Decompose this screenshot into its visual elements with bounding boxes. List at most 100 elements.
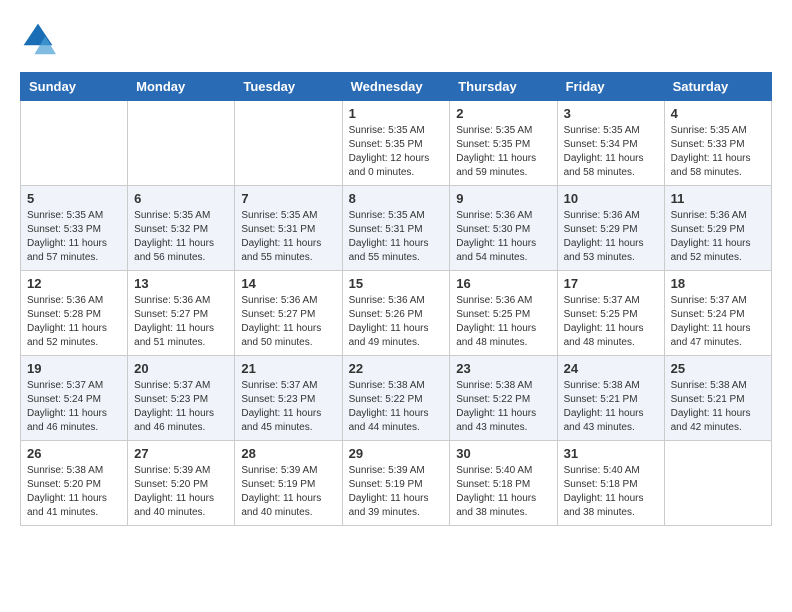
col-header-friday: Friday [557, 73, 664, 101]
day-number: 20 [134, 361, 228, 376]
calendar-week-row: 19 Sunrise: 5:37 AM Sunset: 5:24 PM Dayli… [21, 356, 772, 441]
calendar-cell: 21 Sunrise: 5:37 AM Sunset: 5:23 PM Dayli… [235, 356, 342, 441]
calendar-week-row: 1 Sunrise: 5:35 AM Sunset: 5:35 PM Daylig… [21, 101, 772, 186]
day-number: 8 [349, 191, 444, 206]
page-header [20, 20, 772, 56]
day-info: Sunrise: 5:35 AM Sunset: 5:35 PM Dayligh… [349, 124, 444, 180]
calendar-cell [664, 441, 771, 526]
calendar-cell: 30 Sunrise: 5:40 AM Sunset: 5:18 PM Dayli… [450, 441, 557, 526]
day-info: Sunrise: 5:36 AM Sunset: 5:27 PM Dayligh… [241, 294, 335, 350]
calendar-cell: 26 Sunrise: 5:38 AM Sunset: 5:20 PM Dayli… [21, 441, 128, 526]
day-info: Sunrise: 5:40 AM Sunset: 5:18 PM Dayligh… [456, 464, 550, 520]
calendar-table: SundayMondayTuesdayWednesdayThursdayFrid… [20, 72, 772, 526]
day-info: Sunrise: 5:39 AM Sunset: 5:19 PM Dayligh… [349, 464, 444, 520]
day-info: Sunrise: 5:36 AM Sunset: 5:27 PM Dayligh… [134, 294, 228, 350]
day-info: Sunrise: 5:39 AM Sunset: 5:19 PM Dayligh… [241, 464, 335, 520]
calendar-cell: 1 Sunrise: 5:35 AM Sunset: 5:35 PM Daylig… [342, 101, 450, 186]
calendar-cell: 6 Sunrise: 5:35 AM Sunset: 5:32 PM Daylig… [128, 186, 235, 271]
calendar-cell: 5 Sunrise: 5:35 AM Sunset: 5:33 PM Daylig… [21, 186, 128, 271]
day-number: 19 [27, 361, 121, 376]
day-number: 24 [564, 361, 658, 376]
day-number: 27 [134, 446, 228, 461]
day-info: Sunrise: 5:40 AM Sunset: 5:18 PM Dayligh… [564, 464, 658, 520]
logo-icon [20, 20, 56, 56]
logo [20, 20, 62, 56]
calendar-cell: 10Sunrise: 5:36 AM Sunset: 5:29 PM Dayli… [557, 186, 664, 271]
day-info: Sunrise: 5:37 AM Sunset: 5:25 PM Dayligh… [564, 294, 658, 350]
day-info: Sunrise: 5:36 AM Sunset: 5:25 PM Dayligh… [456, 294, 550, 350]
calendar-cell: 9Sunrise: 5:36 AM Sunset: 5:30 PM Daylig… [450, 186, 557, 271]
calendar-cell [128, 101, 235, 186]
calendar-cell: 7 Sunrise: 5:35 AM Sunset: 5:31 PM Daylig… [235, 186, 342, 271]
calendar-week-row: 26 Sunrise: 5:38 AM Sunset: 5:20 PM Dayli… [21, 441, 772, 526]
day-info: Sunrise: 5:35 AM Sunset: 5:33 PM Dayligh… [671, 124, 765, 180]
day-number: 21 [241, 361, 335, 376]
day-info: Sunrise: 5:37 AM Sunset: 5:23 PM Dayligh… [134, 379, 228, 435]
day-info: Sunrise: 5:38 AM Sunset: 5:22 PM Dayligh… [349, 379, 444, 435]
day-number: 31 [564, 446, 658, 461]
day-info: Sunrise: 5:35 AM Sunset: 5:33 PM Dayligh… [27, 209, 121, 265]
day-number: 13 [134, 276, 228, 291]
col-header-tuesday: Tuesday [235, 73, 342, 101]
calendar-cell: 14 Sunrise: 5:36 AM Sunset: 5:27 PM Dayli… [235, 271, 342, 356]
calendar-cell: 18 Sunrise: 5:37 AM Sunset: 5:24 PM Dayli… [664, 271, 771, 356]
day-number: 1 [349, 106, 444, 121]
day-number: 14 [241, 276, 335, 291]
day-number: 7 [241, 191, 335, 206]
calendar-cell: 23 Sunrise: 5:38 AM Sunset: 5:22 PM Dayli… [450, 356, 557, 441]
calendar-cell: 15 Sunrise: 5:36 AM Sunset: 5:26 PM Dayli… [342, 271, 450, 356]
day-number: 12 [27, 276, 121, 291]
day-info: Sunrise: 5:35 AM Sunset: 5:31 PM Dayligh… [241, 209, 335, 265]
day-info: Sunrise: 5:37 AM Sunset: 5:23 PM Dayligh… [241, 379, 335, 435]
calendar-cell: 16 Sunrise: 5:36 AM Sunset: 5:25 PM Dayli… [450, 271, 557, 356]
calendar-cell: 2Sunrise: 5:35 AM Sunset: 5:35 PM Daylig… [450, 101, 557, 186]
day-info: Sunrise: 5:38 AM Sunset: 5:21 PM Dayligh… [564, 379, 658, 435]
day-number: 25 [671, 361, 765, 376]
calendar-cell: 27 Sunrise: 5:39 AM Sunset: 5:20 PM Dayli… [128, 441, 235, 526]
day-number: 2 [456, 106, 550, 121]
calendar-cell: 31 Sunrise: 5:40 AM Sunset: 5:18 PM Dayli… [557, 441, 664, 526]
day-info: Sunrise: 5:36 AM Sunset: 5:28 PM Dayligh… [27, 294, 121, 350]
day-number: 16 [456, 276, 550, 291]
day-number: 9 [456, 191, 550, 206]
day-info: Sunrise: 5:36 AM Sunset: 5:26 PM Dayligh… [349, 294, 444, 350]
day-number: 23 [456, 361, 550, 376]
col-header-monday: Monday [128, 73, 235, 101]
day-info: Sunrise: 5:36 AM Sunset: 5:29 PM Dayligh… [671, 209, 765, 265]
calendar-cell: 29Sunrise: 5:39 AM Sunset: 5:19 PM Dayli… [342, 441, 450, 526]
day-number: 28 [241, 446, 335, 461]
day-number: 30 [456, 446, 550, 461]
day-number: 4 [671, 106, 765, 121]
col-header-wednesday: Wednesday [342, 73, 450, 101]
day-info: Sunrise: 5:37 AM Sunset: 5:24 PM Dayligh… [671, 294, 765, 350]
calendar-cell: 28 Sunrise: 5:39 AM Sunset: 5:19 PM Dayli… [235, 441, 342, 526]
col-header-sunday: Sunday [21, 73, 128, 101]
calendar-cell: 3Sunrise: 5:35 AM Sunset: 5:34 PM Daylig… [557, 101, 664, 186]
day-number: 6 [134, 191, 228, 206]
day-info: Sunrise: 5:37 AM Sunset: 5:24 PM Dayligh… [27, 379, 121, 435]
day-info: Sunrise: 5:38 AM Sunset: 5:22 PM Dayligh… [456, 379, 550, 435]
day-number: 22 [349, 361, 444, 376]
calendar-cell: 20 Sunrise: 5:37 AM Sunset: 5:23 PM Dayli… [128, 356, 235, 441]
day-number: 10 [564, 191, 658, 206]
day-number: 5 [27, 191, 121, 206]
calendar-header-row: SundayMondayTuesdayWednesdayThursdayFrid… [21, 73, 772, 101]
calendar-cell: 24 Sunrise: 5:38 AM Sunset: 5:21 PM Dayli… [557, 356, 664, 441]
col-header-thursday: Thursday [450, 73, 557, 101]
calendar-cell [235, 101, 342, 186]
day-number: 18 [671, 276, 765, 291]
day-info: Sunrise: 5:39 AM Sunset: 5:20 PM Dayligh… [134, 464, 228, 520]
day-number: 15 [349, 276, 444, 291]
day-info: Sunrise: 5:35 AM Sunset: 5:32 PM Dayligh… [134, 209, 228, 265]
calendar-cell [21, 101, 128, 186]
calendar-week-row: 12 Sunrise: 5:36 AM Sunset: 5:28 PM Dayli… [21, 271, 772, 356]
calendar-week-row: 5 Sunrise: 5:35 AM Sunset: 5:33 PM Daylig… [21, 186, 772, 271]
day-info: Sunrise: 5:38 AM Sunset: 5:20 PM Dayligh… [27, 464, 121, 520]
calendar-cell: 19 Sunrise: 5:37 AM Sunset: 5:24 PM Dayli… [21, 356, 128, 441]
day-number: 11 [671, 191, 765, 206]
day-number: 26 [27, 446, 121, 461]
calendar-cell: 11 Sunrise: 5:36 AM Sunset: 5:29 PM Dayli… [664, 186, 771, 271]
calendar-cell: 12 Sunrise: 5:36 AM Sunset: 5:28 PM Dayli… [21, 271, 128, 356]
calendar-cell: 22 Sunrise: 5:38 AM Sunset: 5:22 PM Dayli… [342, 356, 450, 441]
calendar-cell: 8Sunrise: 5:35 AM Sunset: 5:31 PM Daylig… [342, 186, 450, 271]
